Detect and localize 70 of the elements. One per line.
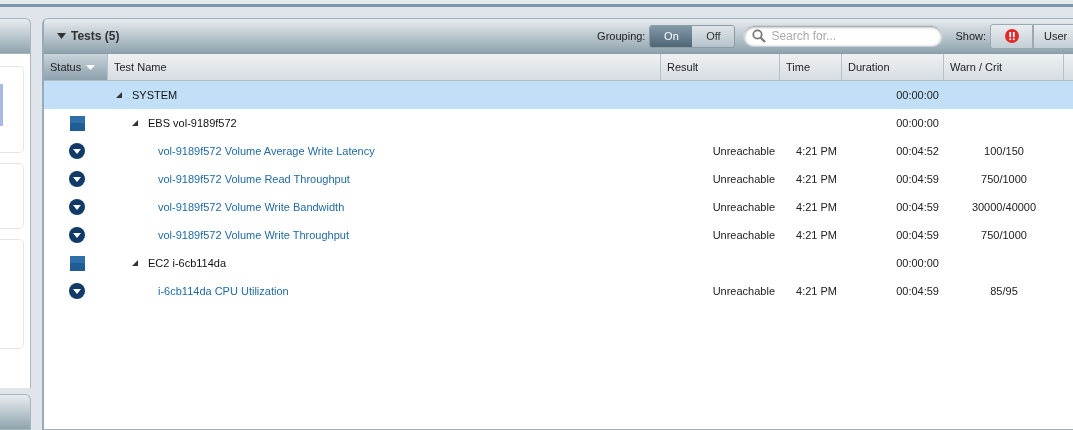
table-cell: Unreachable (712, 201, 775, 213)
group-name: EBS vol-9189f572 (148, 117, 237, 129)
table-row[interactable]: vol-9189f572 Volume Average Write Latency Unreachable 4:21 PM 00:04:52 100/150 (44, 137, 1073, 165)
table-cell: 00:00:00 (896, 117, 939, 129)
table-row[interactable]: EC2 i-6cb114da 00:00:00 (44, 249, 1073, 277)
search-field[interactable]: Search for... (743, 25, 944, 47)
down-status-icon (69, 199, 85, 215)
column-header[interactable]: Status (44, 54, 108, 80)
alert-icon (1004, 29, 1019, 43)
table-cell: 00:04:59 (896, 229, 939, 241)
down-status-icon (69, 227, 85, 243)
table-row[interactable]: i-6cb114da CPU Utilization Unreachable 4:21 PM 00:04:59 85/95 (44, 277, 1073, 305)
table-row[interactable]: vol-9189f572 Volume Write Bandwidth Unreachable 4:21 PM 00:04:59 30000/40000 (44, 193, 1073, 221)
search-icon (752, 29, 767, 43)
test-name-link[interactable]: vol-9189f572 Volume Write Bandwidth (148, 201, 345, 213)
grouping-toggle[interactable]: On (650, 25, 693, 47)
table-cell: 750/1000 (981, 173, 1027, 185)
column-header[interactable]: Result (661, 54, 780, 80)
test-name-link[interactable]: i-6cb114da CPU Utilization (148, 285, 289, 297)
table-cell: 4:21 PM (796, 285, 837, 297)
filter-button[interactable]: User (1033, 23, 1073, 49)
table-cell: 4:21 PM (796, 145, 837, 157)
down-status-icon (69, 171, 85, 187)
collapse-icon[interactable] (132, 120, 138, 126)
table-cell: 4:21 PM (796, 201, 837, 213)
collapse-icon (57, 33, 66, 39)
panel-title-text: Tests (5) (71, 29, 120, 43)
column-header[interactable]: Time (780, 54, 842, 80)
grouping-toggle[interactable]: Off (692, 25, 735, 47)
table-row[interactable]: vol-9189f572 Volume Write Throughput Unreachable 4:21 PM 00:04:59 750/1000 (44, 221, 1073, 249)
table-cell: 100/150 (984, 145, 1024, 157)
down-status-icon (69, 143, 85, 159)
table-cell: 00:00:00 (896, 257, 939, 269)
collapse-icon[interactable] (132, 260, 138, 266)
group-name: SYSTEM (132, 89, 178, 101)
table-cell: 4:21 PM (796, 173, 837, 185)
square-status-icon (69, 115, 85, 131)
group-name: EC2 i-6cb114da (148, 257, 227, 269)
grouping-label: Grouping: (597, 30, 646, 42)
table-cell: 00:04:59 (896, 285, 939, 297)
sort-icon (86, 64, 96, 70)
square-status-icon (69, 255, 85, 271)
table-cell: Unreachable (712, 173, 775, 185)
table-cell: 85/95 (990, 285, 1018, 297)
table-cell: 4:21 PM (796, 229, 837, 241)
test-name-link[interactable]: vol-9189f572 Volume Write Throughput (148, 229, 349, 241)
table-cell: Unreachable (712, 145, 775, 157)
test-name-link[interactable]: vol-9189f572 Volume Read Throughput (148, 173, 350, 185)
table-cell: 00:04:59 (896, 201, 939, 213)
table-cell: Unreachable (712, 229, 775, 241)
table-cell: Unreachable (712, 285, 775, 297)
column-header[interactable]: Test Name (108, 54, 661, 80)
selection-bar (0, 84, 3, 126)
column-header[interactable]: Duration (842, 54, 944, 80)
alert-filter-button[interactable] (990, 23, 1033, 49)
down-status-icon (69, 283, 85, 299)
show-label: Show: (955, 30, 986, 42)
table-cell: 00:04:59 (896, 173, 939, 185)
table-cell: 00:00:00 (896, 89, 939, 101)
table-row[interactable]: EBS vol-9189f572 00:00:00 (44, 109, 1073, 137)
test-name-link[interactable]: vol-9189f572 Volume Average Write Latency (148, 145, 375, 157)
panel-title[interactable]: Tests (5) (44, 29, 120, 43)
collapse-icon[interactable] (116, 92, 122, 98)
table-row[interactable]: SYSTEM 00:00:00 (44, 81, 1073, 109)
column-header[interactable]: Warn / Crit (944, 54, 1064, 80)
table-cell: 30000/40000 (971, 201, 1037, 213)
side-panel-header (0, 394, 31, 430)
table-cell: 750/1000 (981, 229, 1027, 241)
table-cell: 00:04:52 (896, 145, 939, 157)
table-row[interactable]: vol-9189f572 Volume Read Throughput Unreachable 4:21 PM 00:04:59 750/1000 (44, 165, 1073, 193)
